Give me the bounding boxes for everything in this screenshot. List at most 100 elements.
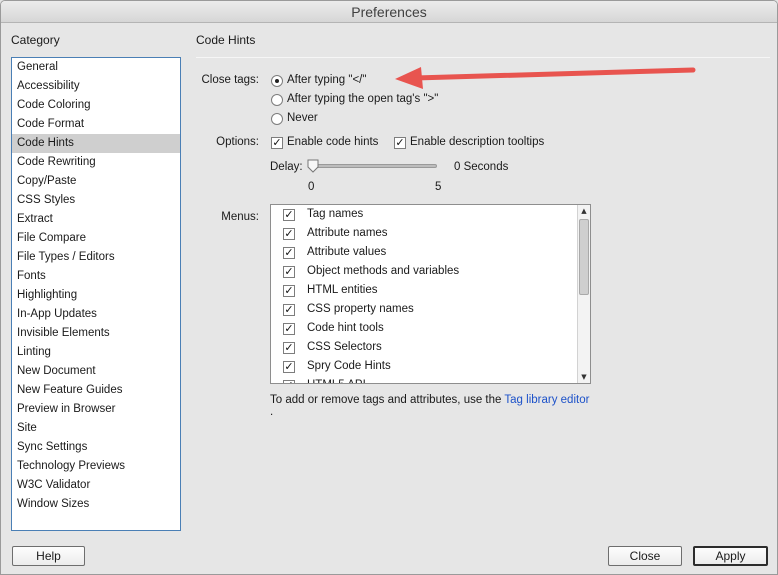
info-trailing: . xyxy=(270,406,274,418)
category-item[interactable]: New Document xyxy=(12,362,180,381)
delay-min-label: 0 xyxy=(308,181,315,193)
menu-checkbox[interactable]: ✓ xyxy=(283,247,295,259)
check-mark-icon: ✓ xyxy=(284,227,294,240)
category-item[interactable]: Extract xyxy=(12,210,180,229)
category-item[interactable]: Code Hints xyxy=(12,134,180,153)
enable-code-hints-checkbox[interactable]: ✓ xyxy=(271,137,283,149)
category-item[interactable]: Copy/Paste xyxy=(12,172,180,191)
info-text: To add or remove tags and attributes, us… xyxy=(270,394,505,406)
delay-slider-thumb[interactable] xyxy=(307,159,319,173)
tag-library-info: To add or remove tags and attributes, us… xyxy=(270,394,589,406)
help-button[interactable]: Help xyxy=(12,546,85,566)
panel-divider xyxy=(196,57,770,58)
menu-checkbox[interactable]: ✓ xyxy=(283,379,295,383)
check-mark-icon: ✓ xyxy=(284,265,294,278)
menu-checkbox[interactable]: ✓ xyxy=(283,323,295,335)
close-tags-after-open-radio[interactable] xyxy=(271,94,283,106)
category-item[interactable]: Highlighting xyxy=(12,286,180,305)
category-item[interactable]: Code Format xyxy=(12,115,180,134)
category-item[interactable]: Site xyxy=(12,419,180,438)
delay-label: Delay: xyxy=(270,161,303,173)
menu-row[interactable]: ✓ CSS property names xyxy=(271,301,576,320)
category-item[interactable]: File Types / Editors xyxy=(12,248,180,267)
menu-checkbox[interactable]: ✓ xyxy=(283,361,295,373)
enable-description-tooltips-checkbox[interactable]: ✓ xyxy=(394,137,406,149)
enable-description-tooltips-label: Enable description tooltips xyxy=(410,136,545,148)
menu-item-label: Code hint tools xyxy=(307,322,384,334)
check-mark-icon: ✓ xyxy=(284,360,294,373)
menu-row[interactable]: ✓ Tag names xyxy=(271,206,576,225)
check-mark-icon: ✓ xyxy=(284,284,294,297)
menu-checkbox[interactable]: ✓ xyxy=(283,209,295,221)
menu-item-label: Object methods and variables xyxy=(307,265,460,277)
menu-checkbox[interactable]: ✓ xyxy=(283,285,295,297)
menu-row[interactable]: ✓ Attribute values xyxy=(271,244,576,263)
category-item[interactable]: New Feature Guides xyxy=(12,381,180,400)
check-mark-icon: ✓ xyxy=(272,136,282,149)
delay-max-label: 5 xyxy=(435,181,442,193)
apply-button[interactable]: Apply xyxy=(693,546,768,566)
category-item[interactable]: W3C Validator xyxy=(12,476,180,495)
check-mark-icon: ✓ xyxy=(284,208,294,221)
category-item[interactable]: General xyxy=(12,58,180,77)
delay-slider-track[interactable] xyxy=(311,164,437,168)
close-tags-after-slash-radio[interactable] xyxy=(271,75,283,87)
category-item[interactable]: In-App Updates xyxy=(12,305,180,324)
red-arrow-icon xyxy=(395,67,696,89)
menu-row[interactable]: ✓ Code hint tools xyxy=(271,320,576,339)
menu-item-label: Attribute values xyxy=(307,246,387,258)
menu-row[interactable]: ✓ Object methods and variables xyxy=(271,263,576,282)
menu-item-label: CSS Selectors xyxy=(307,341,382,353)
menu-row[interactable]: ✓ HTML5 API xyxy=(271,377,576,383)
category-list[interactable]: General Accessibility Code Coloring Code Fo… xyxy=(11,57,181,531)
category-item[interactable]: File Compare xyxy=(12,229,180,248)
check-mark-icon: ✓ xyxy=(395,136,405,149)
preferences-window: Preferences Category General Accessibilit… xyxy=(0,0,778,575)
close-button[interactable]: Close xyxy=(608,546,682,566)
menu-row[interactable]: ✓ HTML entities xyxy=(271,282,576,301)
panel-title: Code Hints xyxy=(196,33,256,47)
menu-item-label: HTML entities xyxy=(307,284,378,296)
category-item[interactable]: Sync Settings xyxy=(12,438,180,457)
category-item[interactable]: Invisible Elements xyxy=(12,324,180,343)
enable-code-hints-label: Enable code hints xyxy=(287,136,379,148)
category-item[interactable]: Technology Previews xyxy=(12,457,180,476)
options-label: Options: xyxy=(216,136,259,148)
check-mark-icon: ✓ xyxy=(284,322,294,335)
check-mark-icon: ✓ xyxy=(284,379,293,383)
menu-item-label: CSS property names xyxy=(307,303,414,315)
category-item[interactable]: Accessibility xyxy=(12,77,180,96)
scroll-thumb[interactable] xyxy=(579,219,589,295)
menus-label: Menus: xyxy=(221,211,259,223)
menu-row[interactable]: ✓ Attribute names xyxy=(271,225,576,244)
close-tags-label: Close tags: xyxy=(201,74,259,86)
menu-checkbox[interactable]: ✓ xyxy=(283,304,295,316)
scroll-up-arrow-icon[interactable]: ▲ xyxy=(578,205,590,217)
menu-item-label: Tag names xyxy=(307,208,364,220)
scroll-down-arrow-icon[interactable]: ▼ xyxy=(578,371,590,383)
menu-item-label: Attribute names xyxy=(307,227,388,239)
menu-item-label: HTML5 API xyxy=(307,379,366,383)
menu-checkbox[interactable]: ✓ xyxy=(283,266,295,278)
tag-library-editor-link[interactable]: Tag library editor xyxy=(504,394,589,406)
menu-row[interactable]: ✓ Spry Code Hints xyxy=(271,358,576,377)
menu-item-label: Spry Code Hints xyxy=(307,360,391,372)
category-item[interactable]: CSS Styles xyxy=(12,191,180,210)
menu-checkbox[interactable]: ✓ xyxy=(283,228,295,240)
delay-value: 0 Seconds xyxy=(454,161,509,173)
category-item[interactable]: Linting xyxy=(12,343,180,362)
close-tags-never-radio[interactable] xyxy=(271,113,283,125)
menus-list[interactable]: ✓ Tag names ✓ Attribute names ✓ Attribute val… xyxy=(270,204,591,384)
category-item[interactable]: Code Rewriting xyxy=(12,153,180,172)
category-item[interactable]: Preview in Browser xyxy=(12,400,180,419)
category-item[interactable]: Fonts xyxy=(12,267,180,286)
close-tags-option-label: After typing the open tag's ">" xyxy=(287,93,439,105)
category-item[interactable]: Window Sizes xyxy=(12,495,180,514)
check-mark-icon: ✓ xyxy=(284,341,294,354)
menu-row[interactable]: ✓ CSS Selectors xyxy=(271,339,576,358)
category-heading: Category xyxy=(11,33,60,47)
menus-scrollbar[interactable]: ▲ ▼ xyxy=(577,205,590,383)
menu-checkbox[interactable]: ✓ xyxy=(283,342,295,354)
window-title: Preferences xyxy=(1,1,777,23)
category-item[interactable]: Code Coloring xyxy=(12,96,180,115)
